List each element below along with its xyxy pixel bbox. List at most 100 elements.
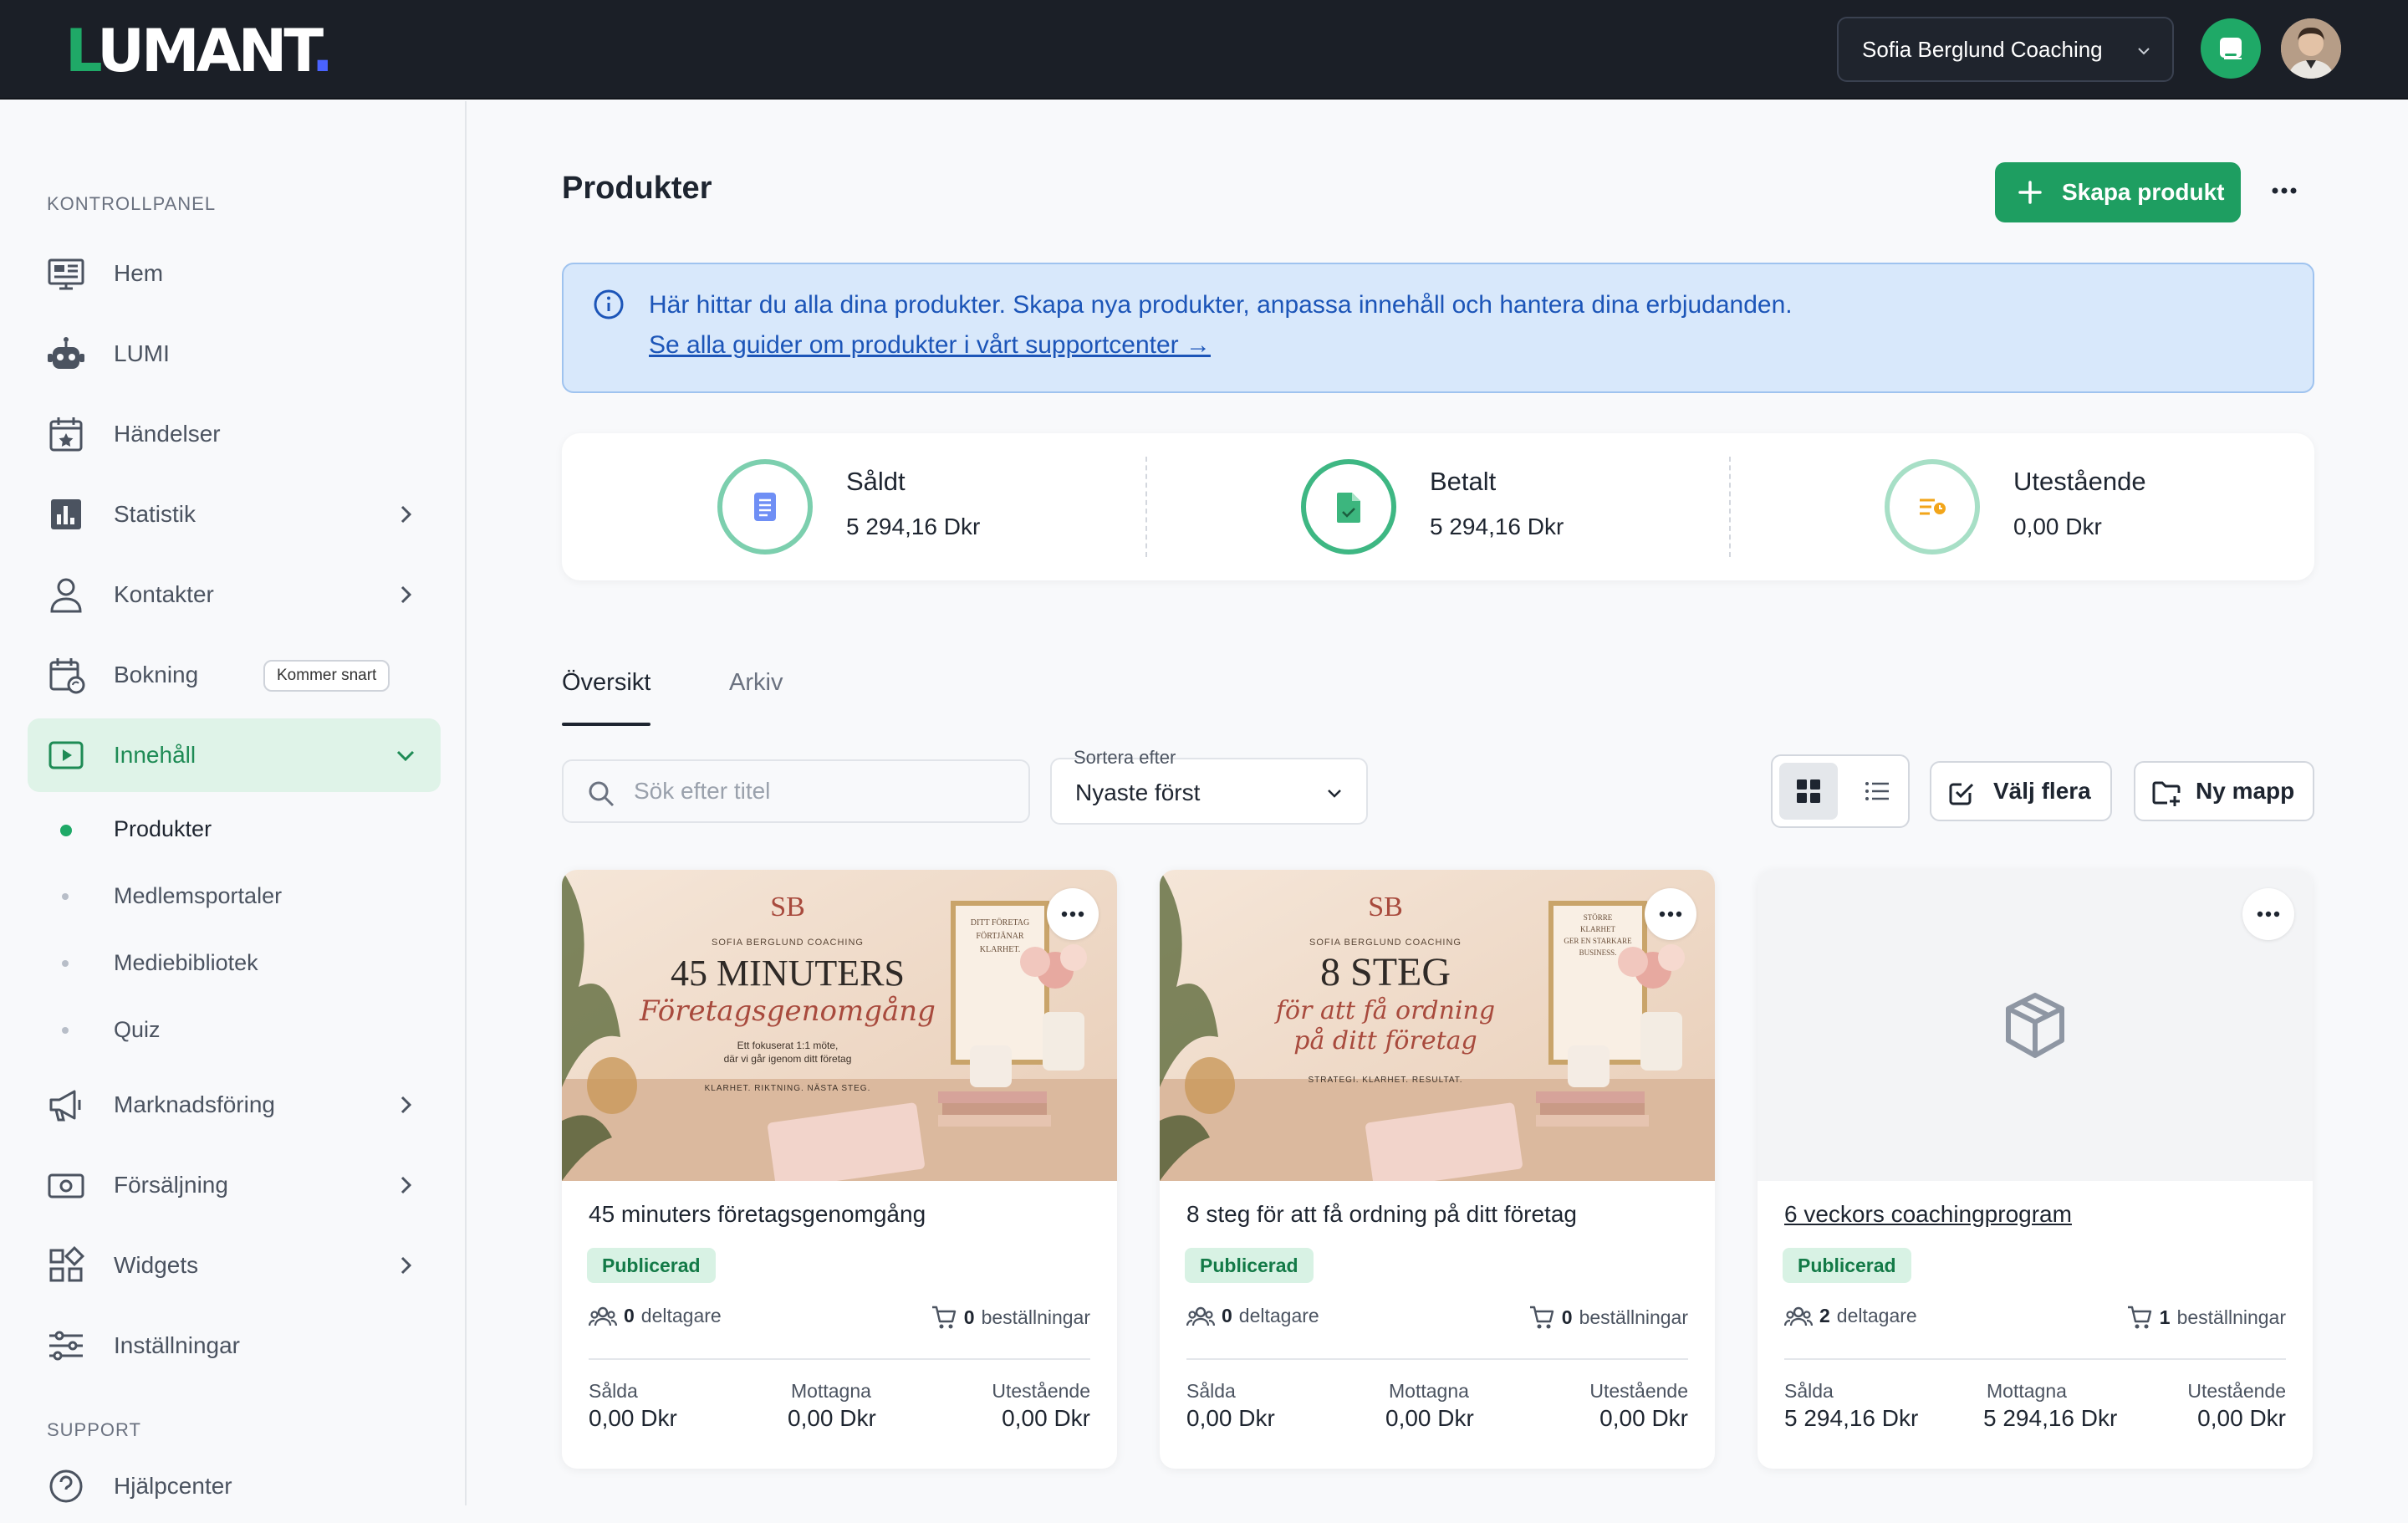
subnav-medlemsportaler[interactable]: Medlemsportaler — [114, 883, 282, 909]
sidebar-item-installningar[interactable]: Inställningar — [28, 1309, 441, 1382]
tab-arkiv[interactable]: Arkiv — [729, 669, 783, 697]
support-guides-link[interactable]: Se alla guider om produkter i vårt suppo… — [649, 331, 1211, 360]
orders-count: 0 beställningar — [931, 1305, 1090, 1330]
card-divider — [589, 1358, 1090, 1360]
sort-value: Nyaste först — [1075, 779, 1201, 805]
stat-value: 5 294,16 Dkr — [1430, 514, 1564, 539]
stat-label: Betalt — [1430, 467, 1497, 496]
subnav-dot — [62, 1027, 69, 1034]
card-title[interactable]: 6 veckors coachingprogram — [1784, 1201, 2072, 1228]
sidebar-item-innehall[interactable]: Innehåll — [28, 718, 441, 792]
lumant-logo[interactable]: LUMANT. — [65, 13, 334, 89]
orders-label: beställningar — [981, 1306, 1090, 1328]
outstanding-value: 0,00 Dkr — [2197, 1405, 2286, 1431]
product-card[interactable]: STÖRRE KLARHET GER EN STARKARE BUSINESS.… — [1160, 870, 1715, 1469]
sidebar-item-marknadsforing[interactable]: Marknadsföring — [28, 1068, 441, 1142]
orders-count: 0 beställningar — [1528, 1305, 1688, 1330]
tab-oversikt[interactable]: Översikt — [562, 669, 650, 697]
product-card[interactable]: DITT FÖRETAG FÖRTJÄNAR KLARHET. SB SOFIA… — [562, 870, 1117, 1469]
help-icon — [46, 1466, 86, 1506]
subnav-produkter[interactable]: Produkter — [114, 816, 212, 842]
outstanding-value: 0,00 Dkr — [1599, 1405, 1688, 1431]
participants-value: 0 — [624, 1305, 635, 1326]
sidebar-item-statistik[interactable]: Statistik — [28, 478, 441, 551]
info-icon — [592, 288, 625, 321]
thumb-tagline: STRATEGI. KLARHET. RESULTAT. — [1308, 1076, 1462, 1085]
plus-icon — [2015, 177, 2045, 207]
sidebar-item-forsaljning[interactable]: Försäljning — [28, 1148, 441, 1222]
sidebar-item-hem[interactable]: Hem — [28, 237, 441, 310]
grid-view-button[interactable] — [1779, 763, 1838, 820]
card-title[interactable]: 8 steg för att få ordning på ditt företa… — [1186, 1201, 1577, 1228]
card-title[interactable]: 45 minuters företagsgenomgång — [589, 1201, 926, 1228]
info-banner: Här hittar du alla dina produkter. Skapa… — [562, 263, 2314, 393]
participants-label: deltagare — [1836, 1305, 1917, 1326]
account-switcher[interactable]: Sofia Berglund Coaching — [1837, 17, 2174, 82]
create-product-label: Skapa produkt — [2062, 179, 2225, 205]
sidebar-item-kontakter[interactable]: Kontakter — [28, 558, 441, 631]
coming-soon-badge: Kommer snart — [263, 660, 390, 692]
users-icon — [1784, 1306, 1813, 1326]
sidebar-item-widgets[interactable]: Widgets — [28, 1229, 441, 1302]
select-many-button[interactable]: Välj flera — [1930, 761, 2112, 821]
logo-dot: . — [311, 17, 334, 85]
calendar-star-icon — [46, 414, 86, 454]
sold-label: Sålda — [589, 1380, 638, 1402]
orders-value: 0 — [1561, 1306, 1573, 1328]
outstanding-label: Utestående — [2187, 1380, 2286, 1402]
page-title: Produkter — [562, 171, 712, 206]
list-view-button[interactable] — [1849, 763, 1905, 820]
sidebar-item-label: Statistik — [114, 501, 196, 527]
sidebar-item-label: Hjälpcenter — [114, 1473, 232, 1499]
stat-paid: Betalt 5 294,16 Dkr — [1145, 433, 1729, 580]
chevron-right-icon — [394, 503, 417, 526]
sidebar-item-label: Widgets — [114, 1252, 199, 1278]
active-tab-indicator — [562, 723, 650, 726]
create-product-button[interactable]: Skapa produkt — [1995, 162, 2241, 222]
thumb-script: Företagsgenomgång — [639, 994, 936, 1028]
thumb-headline: 45 MINUTERS — [671, 953, 905, 994]
card-more-button[interactable] — [1645, 888, 1696, 940]
thumb-monogram: SB — [1368, 892, 1403, 922]
chat-button[interactable] — [2201, 18, 2261, 79]
subnav-mediebibliotek[interactable]: Mediebibliotek — [114, 950, 258, 976]
new-folder-button[interactable]: Ny mapp — [2134, 761, 2314, 821]
box-icon — [2006, 993, 2064, 1058]
user-avatar[interactable] — [2281, 18, 2341, 79]
subnav-dot — [62, 960, 69, 967]
search-input[interactable]: Sök efter titel — [562, 759, 1030, 823]
sidebar-item-lumi[interactable]: LUMI — [28, 317, 441, 391]
participants-value: 2 — [1819, 1305, 1830, 1326]
outstanding-label: Utestående — [992, 1380, 1090, 1402]
chevron-down-icon — [2134, 41, 2154, 61]
sidebar-item-label: Bokning — [114, 662, 199, 687]
view-toggle — [1771, 754, 1910, 828]
received-value: 0,00 Dkr — [1385, 1405, 1474, 1431]
orders-label: beställningar — [1579, 1306, 1688, 1328]
sidebar-item-label: Försäljning — [114, 1172, 228, 1198]
section-label-support: SUPPORT — [47, 1419, 141, 1440]
orders-label: beställningar — [2176, 1306, 2286, 1328]
document-check-icon — [1301, 459, 1396, 555]
sidebar-item-bokning[interactable]: Bokning Kommer snart — [28, 638, 441, 712]
thumb-monogram: SB — [770, 892, 805, 922]
card-more-button[interactable] — [2242, 888, 2294, 940]
sidebar-item-hjalpcenter[interactable]: Hjälpcenter — [28, 1449, 441, 1523]
sidebar-item-handelser[interactable]: Händelser — [28, 397, 441, 471]
chevron-right-icon — [394, 1093, 417, 1117]
sidebar-item-label: Händelser — [114, 421, 221, 447]
stat-label: Såldt — [846, 467, 906, 496]
widgets-icon — [46, 1245, 86, 1285]
money-icon — [46, 1165, 86, 1205]
participants-value: 0 — [1222, 1305, 1232, 1326]
robot-icon — [46, 334, 86, 374]
chevron-right-icon — [394, 1254, 417, 1277]
logo-text: UMANT — [97, 17, 314, 85]
thumb-frame-1: DITT FÖRETAG — [971, 917, 1029, 928]
product-card[interactable]: 6 veckors coachingprogram Publicerad 2 de… — [1758, 870, 2313, 1469]
card-more-button[interactable] — [1047, 888, 1099, 940]
received-label: Mottagna — [1389, 1380, 1469, 1402]
subnav-quiz[interactable]: Quiz — [114, 1017, 161, 1043]
more-options-button[interactable] — [2269, 176, 2299, 206]
thumb-frame-3: GER EN STARKARE — [1564, 937, 1632, 945]
